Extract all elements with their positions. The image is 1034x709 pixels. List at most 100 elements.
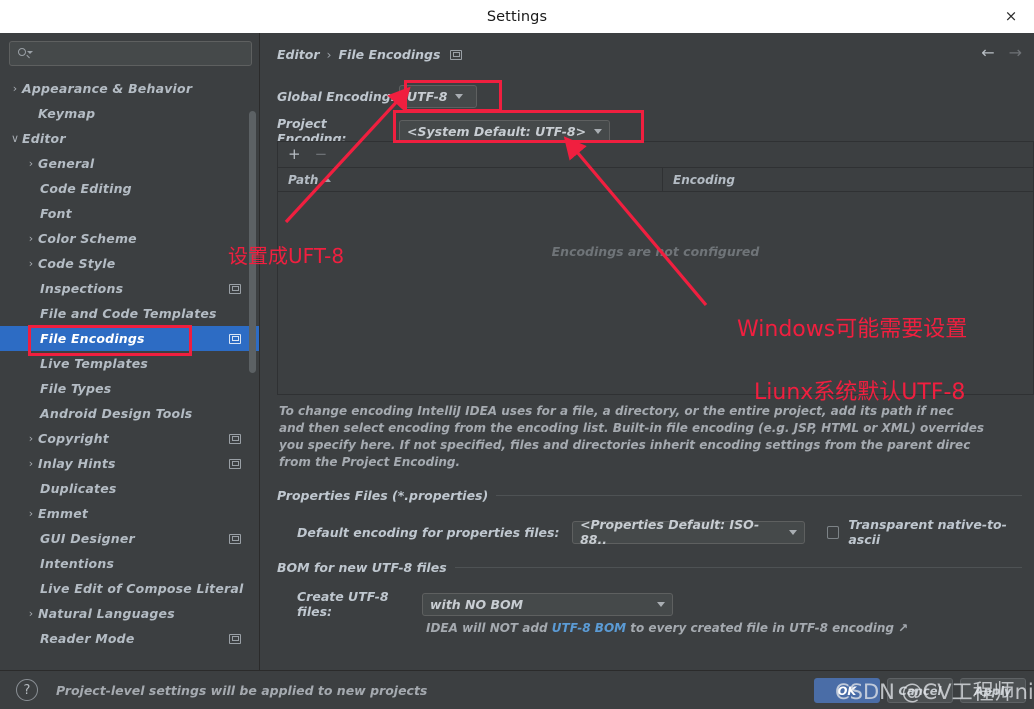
sidebar-item-general[interactable]: › General	[0, 151, 259, 176]
sidebar-item-label: Keymap	[38, 106, 96, 121]
sidebar-item-file-types[interactable]: File Types	[0, 376, 259, 401]
sort-ascending-icon	[323, 177, 332, 182]
sidebar-item-label: Android Design Tools	[40, 406, 193, 421]
nav-buttons: ← →	[981, 45, 1022, 61]
sidebar-item-code-style[interactable]: › Code Style	[0, 251, 259, 276]
chevron-icon[interactable]: ›	[24, 607, 38, 620]
ok-button[interactable]: OK	[814, 678, 880, 703]
sidebar-item-label: Appearance & Behavior	[22, 81, 193, 96]
chevron-icon[interactable]: ›	[24, 507, 38, 520]
sidebar-item-font[interactable]: Font	[0, 201, 259, 226]
breadcrumb-parent[interactable]: Editor	[277, 47, 320, 62]
sidebar-item-natural-languages[interactable]: › Natural Languages	[0, 601, 259, 626]
sidebar-item-label: Inlay Hints	[38, 456, 116, 471]
sidebar-item-color-scheme[interactable]: › Color Scheme	[0, 226, 259, 251]
footer-note: Project-level settings will be applied t…	[56, 683, 428, 698]
sidebar-item-appearance-behavior[interactable]: › Appearance & Behavior	[0, 76, 259, 101]
project-encoding-value: <System Default: UTF-8>	[407, 123, 587, 139]
global-encoding-row: Global Encoding: UTF-8	[277, 85, 477, 108]
sidebar-item-emmet[interactable]: › Emmet	[0, 501, 259, 526]
search-input[interactable]	[32, 46, 232, 61]
sidebar-item-label: Live Edit of Compose Literal	[40, 581, 244, 596]
chevron-down-icon	[657, 601, 665, 607]
create-utf8-files-value: with NO BOM	[430, 596, 524, 612]
settings-badge-icon	[229, 633, 241, 644]
sidebar-item-android-design-tools[interactable]: Android Design Tools	[0, 401, 259, 426]
table-toolbar: + −	[278, 142, 1033, 168]
sidebar-item-label: Code Style	[38, 256, 116, 271]
table-empty-message: Encodings are not configured	[551, 244, 760, 259]
sidebar-item-inspections[interactable]: Inspections	[0, 276, 259, 301]
close-icon[interactable]: ×	[988, 0, 1034, 33]
search-box[interactable]	[9, 41, 252, 66]
sidebar-item-label: General	[38, 156, 95, 171]
default-properties-encoding-combo[interactable]: <Properties Default: ISO-88..	[572, 517, 805, 547]
column-header-path[interactable]: Path	[278, 168, 663, 191]
chevron-icon[interactable]: ›	[24, 432, 38, 445]
sidebar-item-code-editing[interactable]: Code Editing	[0, 176, 259, 201]
footer-buttons: OK Cancel Apply	[814, 678, 1026, 703]
sidebar-item-gui-designer[interactable]: GUI Designer	[0, 526, 259, 551]
column-header-encoding[interactable]: Encoding	[663, 168, 735, 191]
chevron-icon[interactable]: ›	[24, 457, 38, 470]
sidebar-item-label: Emmet	[38, 506, 89, 521]
default-properties-encoding-row: Default encoding for properties files: <…	[297, 517, 1034, 547]
bom-note-highlight: UTF-8 BOM	[551, 621, 627, 635]
sidebar-item-label: Color Scheme	[38, 231, 137, 246]
sidebar-item-label: File Encodings	[40, 331, 145, 346]
chevron-down-icon	[594, 128, 603, 134]
help-icon[interactable]: ?	[16, 679, 38, 701]
divider	[454, 567, 1022, 568]
sidebar-item-label: Inspections	[40, 281, 124, 296]
window-title: Settings	[486, 8, 548, 25]
settings-sidebar: › Appearance & Behavior Keymap ∨ Editor › Gene…	[0, 33, 260, 670]
sidebar-item-label: Natural Languages	[38, 606, 175, 621]
search-icon	[16, 46, 33, 62]
remove-button[interactable]: −	[315, 147, 328, 162]
sidebar-item-file-and-code-templates[interactable]: File and Code Templates	[0, 301, 259, 326]
breadcrumb-separator: ›	[326, 47, 332, 62]
sidebar-scrollbar[interactable]	[249, 111, 256, 373]
sidebar-item-label: Font	[40, 206, 72, 221]
properties-section-title: Properties Files (*.properties)	[277, 488, 489, 503]
chevron-icon[interactable]: ›	[24, 157, 38, 170]
apply-button[interactable]: Apply	[960, 678, 1026, 703]
chevron-icon[interactable]: ∨	[8, 132, 22, 145]
table-header: Path Encoding	[278, 168, 1033, 192]
transparent-native-to-ascii-checkbox[interactable]	[826, 525, 840, 539]
default-properties-encoding-label: Default encoding for properties files:	[297, 524, 560, 540]
chevron-icon[interactable]: ›	[24, 232, 38, 245]
sidebar-item-reader-mode[interactable]: Reader Mode	[0, 626, 259, 651]
settings-badge-icon	[229, 333, 241, 344]
sidebar-item-intentions[interactable]: Intentions	[0, 551, 259, 576]
file-encodings-panel: Editor › File Encodings ← → Global Encod…	[261, 33, 1034, 670]
settings-badge-icon	[229, 433, 241, 444]
chevron-icon[interactable]: ›	[24, 257, 38, 270]
sidebar-item-editor[interactable]: ∨ Editor	[0, 126, 259, 151]
chevron-icon[interactable]: ›	[8, 82, 22, 95]
properties-section-header: Properties Files (*.properties)	[261, 488, 1034, 503]
bom-section-title: BOM for new UTF-8 files	[277, 560, 447, 575]
global-encoding-label: Global Encoding:	[277, 89, 396, 104]
project-encoding-combo[interactable]: <System Default: UTF-8>	[399, 119, 611, 143]
sidebar-item-duplicates[interactable]: Duplicates	[0, 476, 259, 501]
sidebar-item-label: File and Code Templates	[40, 306, 217, 321]
sidebar-item-inlay-hints[interactable]: › Inlay Hints	[0, 451, 259, 476]
search-area	[0, 33, 259, 66]
create-utf8-files-combo[interactable]: with NO BOM	[422, 592, 673, 616]
chevron-down-icon	[788, 529, 797, 535]
back-arrow-icon[interactable]: ←	[981, 45, 994, 61]
sidebar-item-keymap[interactable]: Keymap	[0, 101, 259, 126]
settings-badge-icon	[229, 458, 241, 469]
sidebar-item-file-encodings[interactable]: File Encodings	[0, 326, 259, 351]
sidebar-item-live-templates[interactable]: Live Templates	[0, 351, 259, 376]
add-button[interactable]: +	[288, 147, 301, 162]
global-encoding-combo[interactable]: UTF-8	[399, 85, 477, 108]
sidebar-item-live-edit-of-compose-literal[interactable]: Live Edit of Compose Literal	[0, 576, 259, 601]
create-utf8-files-row: Create UTF-8 files: with NO BOM	[297, 589, 673, 619]
chevron-down-icon	[455, 94, 464, 99]
cancel-button[interactable]: Cancel	[887, 678, 953, 703]
dialog-footer: ? Project-level settings will be applied…	[0, 670, 1034, 709]
forward-arrow-icon[interactable]: →	[1009, 45, 1022, 61]
sidebar-item-copyright[interactable]: › Copyright	[0, 426, 259, 451]
